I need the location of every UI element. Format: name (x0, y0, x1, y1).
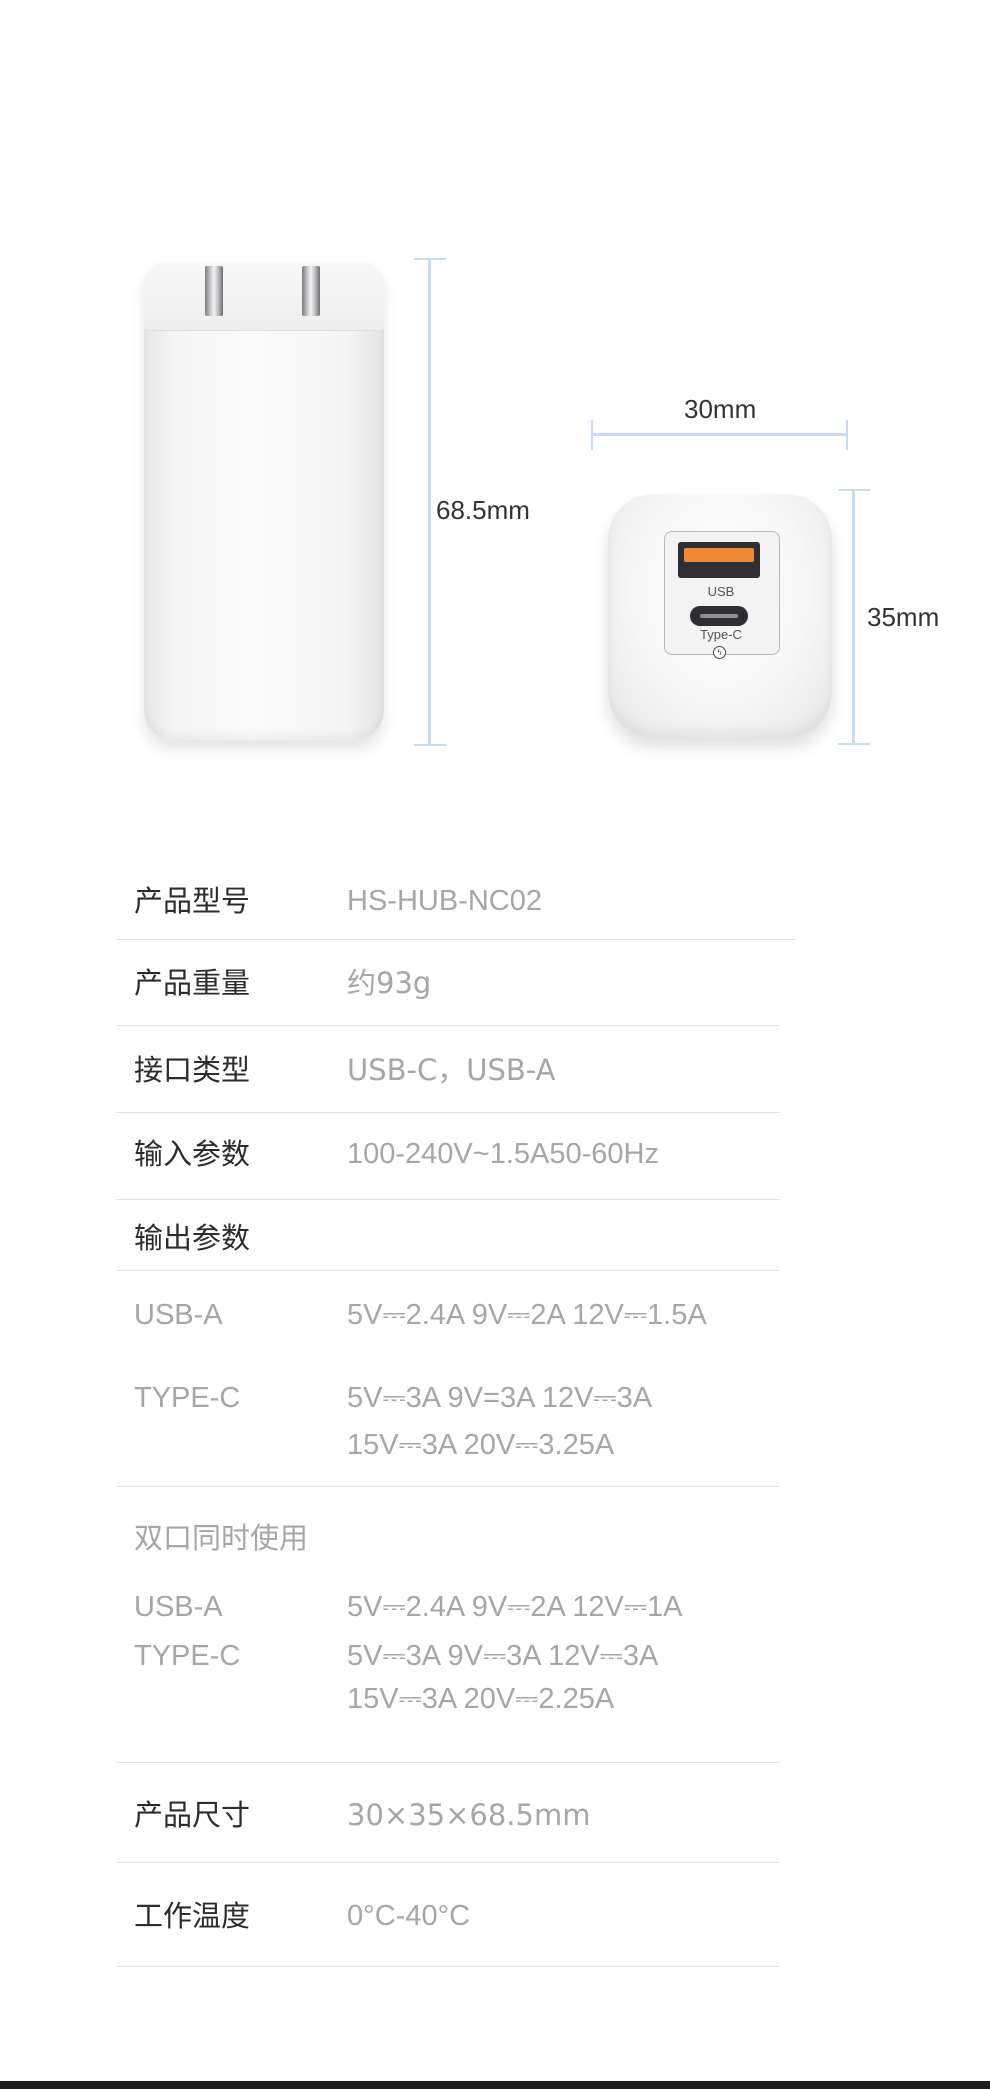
output-type-c-value-line1: 5V⎓3A 9V=3A 12V⎓3A (347, 1382, 653, 1414)
spec-label-size: 产品尺寸 (134, 1798, 251, 1832)
product-illustration: 68.5mm 30mm 35mm USB Type-C ϟ (0, 0, 990, 780)
height-dimension-line (428, 259, 431, 745)
row-divider (116, 1486, 780, 1487)
charger-side-view (144, 262, 384, 740)
plug-prong-right (302, 266, 320, 316)
height-dimension-label: 68.5mm (436, 495, 530, 525)
quick-charge-icon: ϟ (713, 646, 726, 659)
spec-value-input: 100-240V~1.5A50-60Hz (347, 1138, 659, 1170)
spec-value-interface: USB-C，USB-A (347, 1053, 556, 1087)
spec-value-size: 30×35×68.5mm (347, 1798, 591, 1832)
row-divider (116, 939, 796, 940)
usb-a-port-tongue (684, 548, 754, 562)
row-divider (116, 1025, 780, 1026)
output-usb-a-value: 5V⎓2.4A 9V⎓2A 12V⎓1.5A (347, 1299, 707, 1331)
depth-dimension-label: 35mm (867, 602, 940, 632)
charger-cap (144, 262, 384, 331)
usb-c-port-tongue (700, 614, 738, 618)
usb-port-label: USB (707, 584, 735, 599)
width-dimension-line (592, 433, 847, 436)
typec-port-label: Type-C (700, 627, 742, 642)
bottom-bar (0, 2081, 990, 2089)
spec-label-interface: 接口类型 (134, 1053, 251, 1087)
dual-type-c-label: TYPE-C (134, 1640, 241, 1672)
height-dimension-cap-bottom (414, 744, 446, 746)
width-dimension-label: 30mm (684, 394, 757, 424)
row-divider (116, 1199, 780, 1200)
width-dimension-cap-right (846, 420, 848, 450)
depth-dimension-cap-bottom (838, 743, 870, 745)
spec-label-dual-port: 双口同时使用 (134, 1521, 309, 1555)
spec-label-output: 输出参数 (134, 1221, 251, 1255)
row-divider (116, 1270, 780, 1271)
row-divider (116, 1966, 780, 1967)
spec-value-temperature: 0°C-40°C (347, 1900, 471, 1932)
dual-type-c-value-line2: 15V⎓3A 20V⎓2.25A (347, 1683, 615, 1715)
height-dimension-cap-top (414, 258, 446, 260)
dual-usb-a-label: USB-A (134, 1591, 223, 1623)
spec-label-model: 产品型号 (134, 884, 251, 918)
output-type-c-value-line2: 15V⎓3A 20V⎓3.25A (347, 1429, 615, 1461)
dual-type-c-value-line1: 5V⎓3A 9V⎓3A 12V⎓3A (347, 1640, 659, 1672)
spec-value-model: HS-HUB-NC02 (347, 885, 542, 917)
spec-value-weight: 约93g (347, 966, 432, 1000)
dual-usb-a-value: 5V⎓2.4A 9V⎓2A 12V⎓1A (347, 1591, 683, 1623)
row-divider (116, 1112, 780, 1113)
spec-label-input: 输入参数 (134, 1137, 251, 1171)
output-usb-a-label: USB-A (134, 1299, 223, 1331)
depth-dimension-line (852, 490, 855, 744)
depth-dimension-cap-top (838, 489, 870, 491)
spec-label-temperature: 工作温度 (134, 1899, 251, 1933)
width-dimension-cap-left (591, 420, 593, 450)
output-type-c-label: TYPE-C (134, 1382, 241, 1414)
spec-label-weight: 产品重量 (134, 966, 251, 1000)
plug-prong-left (205, 266, 223, 316)
row-divider (116, 1862, 780, 1863)
row-divider (116, 1762, 780, 1763)
